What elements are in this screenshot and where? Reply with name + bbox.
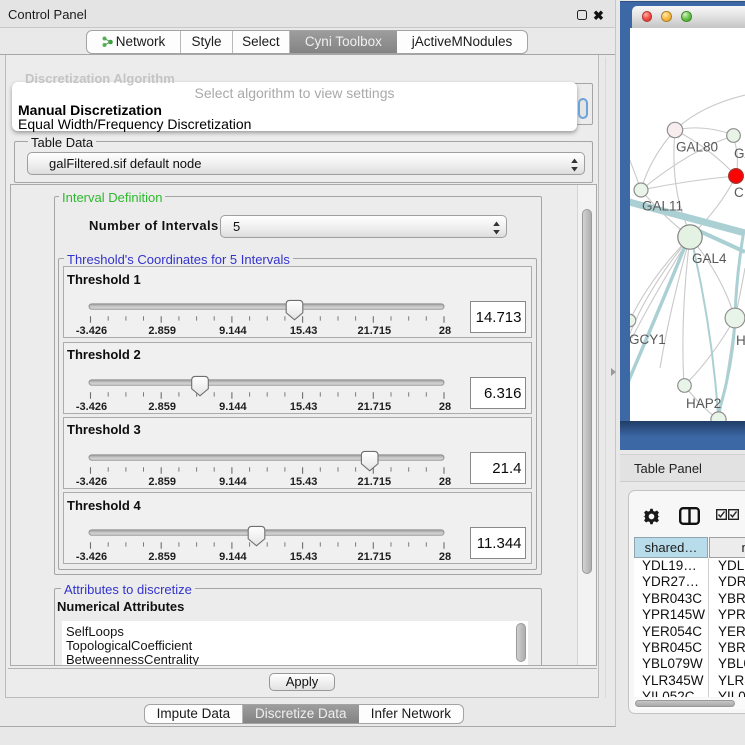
svg-text:GAL4: GAL4: [692, 251, 727, 266]
svg-text:HAP2: HAP2: [686, 396, 721, 411]
svg-text:C: C: [734, 185, 744, 200]
svg-text:H: H: [736, 333, 745, 348]
svg-text:GAL80: GAL80: [676, 140, 718, 155]
svg-text:GAL11: GAL11: [642, 199, 683, 214]
svg-text:GA: GA: [734, 146, 745, 161]
svg-text:GCY1: GCY1: [630, 332, 666, 347]
